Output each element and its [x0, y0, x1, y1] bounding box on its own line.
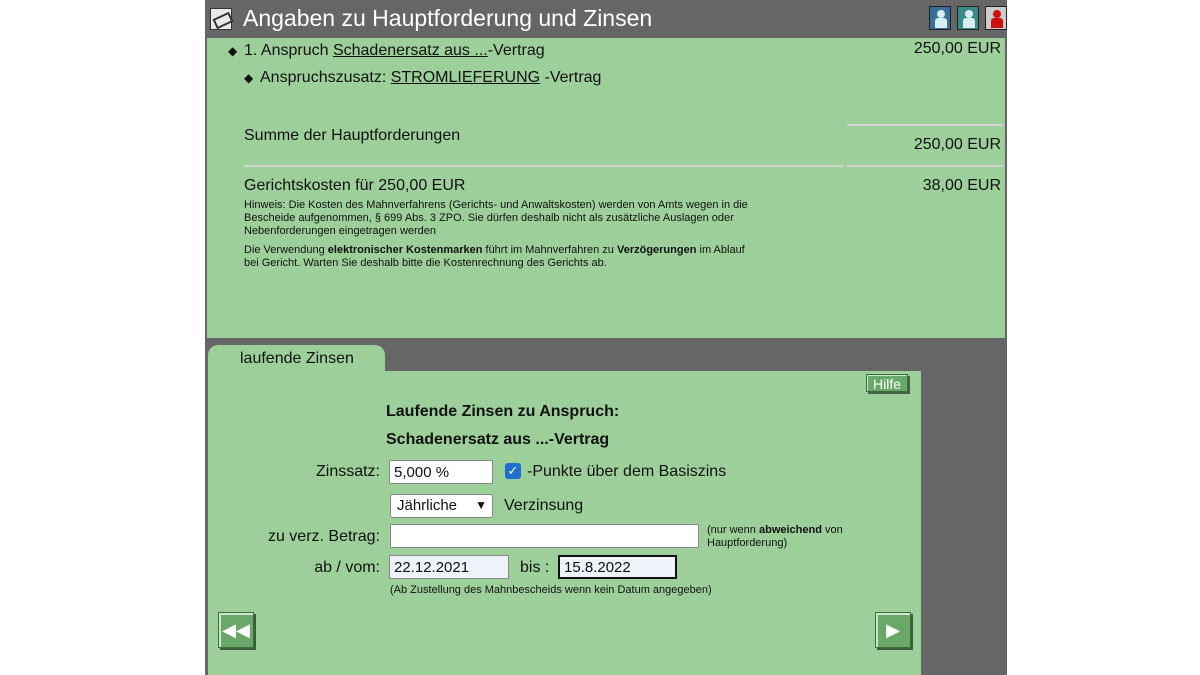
bullet-icon: ◆ [244, 71, 254, 85]
tab-label: laufende Zinsen [240, 350, 354, 367]
help-button[interactable]: Hilfe [866, 374, 908, 392]
claim-line: 1. Anspruch Schadenersatz aus ...-Vertra… [244, 42, 545, 60]
title-bar: Angaben zu Hauptforderung und Zinsen [205, 0, 1007, 38]
frequency-suffix: Verzinsung [504, 497, 584, 514]
date-hint: (Ab Zustellung des Mahnbescheids wenn ke… [390, 584, 712, 596]
user-group-icon[interactable] [929, 6, 951, 30]
frequency-value: Jährliche [397, 497, 458, 514]
tab-laufende-zinsen[interactable]: laufende Zinsen [208, 345, 385, 373]
form-icon [210, 8, 234, 30]
right-arrow-icon: ▶ [886, 620, 900, 640]
next-button[interactable]: ▶ [875, 612, 911, 648]
claim-link[interactable]: Schadenersatz aus ... [333, 42, 488, 59]
sum-label: Summe der Hauptforderungen [244, 127, 461, 144]
note-line: Nebenforderungen eingetragen werden [244, 225, 437, 237]
application-window: Angaben zu Hauptforderung und Zinsen ◆ 1… [205, 0, 1007, 675]
window-title: Angaben zu Hauptforderung und Zinsen [243, 5, 653, 31]
user-info-icon[interactable] [957, 6, 979, 30]
amount-input[interactable] [390, 524, 699, 548]
frequency-select[interactable]: Jährliche ▼ [390, 494, 493, 518]
bullet-icon: ◆ [228, 44, 238, 58]
double-left-arrow-icon: ◀◀ [222, 620, 250, 640]
sum-amount: 250,00 EUR [913, 136, 1001, 153]
addition-suffix: -Vertrag [544, 69, 602, 86]
claim-suffix: -Vertrag [487, 42, 545, 59]
to-date-input[interactable] [558, 555, 677, 579]
back-button[interactable]: ◀◀ [218, 612, 254, 648]
court-costs-label: Gerichtskosten für 250,00 EUR [244, 177, 466, 194]
addition-label: Anspruchszusatz: [260, 69, 387, 86]
claim-prefix: 1. Anspruch [244, 42, 329, 59]
claim-addition-line: Anspruchszusatz: STROMLIEFERUNG -Vertrag [260, 69, 601, 87]
divider [847, 165, 1003, 167]
base-rate-checkbox[interactable]: ✓ [505, 463, 521, 479]
note-line: bei Gericht. Warten Sie deshalb bitte di… [244, 257, 607, 269]
user-alert-icon[interactable] [985, 6, 1007, 30]
rate-input[interactable] [389, 460, 493, 484]
interest-claim-name: Schadenersatz aus ...-Vertrag [386, 431, 610, 448]
base-rate-label: -Punkte über dem Basiszins [527, 463, 727, 480]
divider [244, 165, 843, 167]
from-label: ab / vom: [314, 559, 380, 576]
note-line: Bescheide aufgenommen, § 699 Abs. 3 ZPO.… [244, 212, 734, 224]
from-date-input[interactable] [389, 555, 509, 579]
divider [847, 124, 1003, 126]
chevron-down-icon: ▼ [475, 498, 487, 512]
interest-heading: Laufende Zinsen zu Anspruch: [386, 403, 620, 420]
interest-panel: Hilfe Laufende Zinsen zu Anspruch: Schad… [208, 371, 921, 675]
claims-summary-panel: ◆ 1. Anspruch Schadenersatz aus ...-Vert… [207, 38, 1005, 338]
note-line: Die Verwendung elektronischer Kostenmark… [244, 244, 745, 256]
amount-hint: (nur wenn abweichend von Hauptforderung) [707, 524, 843, 549]
note-line: Hinweis: Die Kosten des Mahnverfahrens (… [244, 199, 748, 211]
costs-note: Hinweis: Die Kosten des Mahnverfahrens (… [244, 199, 844, 238]
to-label: bis : [520, 559, 550, 576]
rate-label: Zinssatz: [315, 463, 380, 480]
court-costs-amount: 38,00 EUR [922, 177, 1001, 194]
cost-stamp-note: Die Verwendung elektronischer Kostenmark… [244, 244, 844, 270]
addition-link[interactable]: STROMLIEFERUNG [391, 69, 540, 86]
claim-amount: 250,00 EUR [913, 40, 1001, 57]
amount-label: zu verz. Betrag: [267, 528, 380, 545]
